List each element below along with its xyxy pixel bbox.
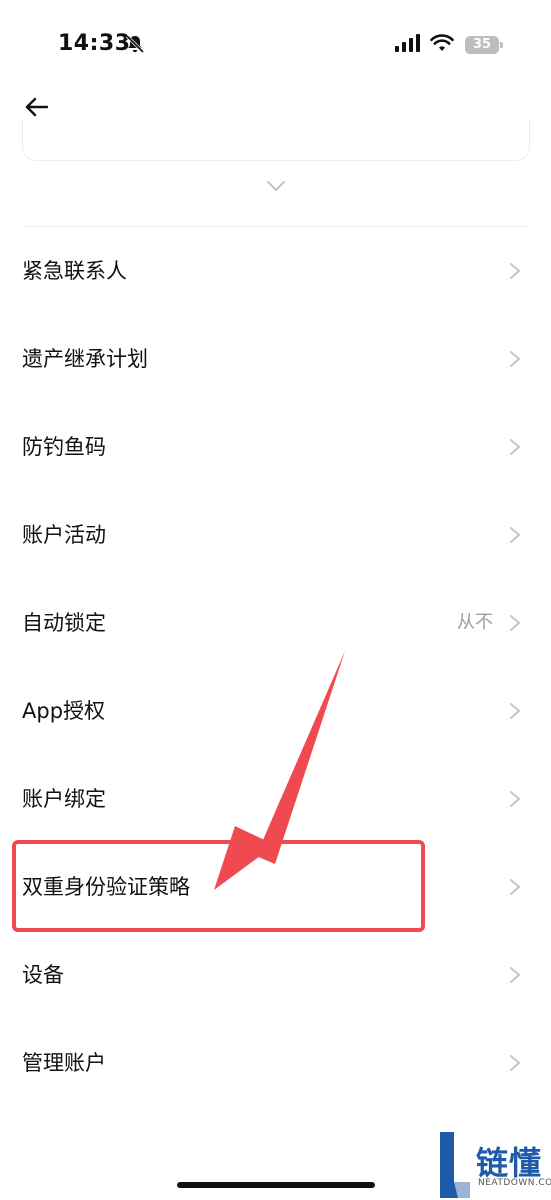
menu-item-label: App授权 [22,699,106,723]
chevron-right-icon [510,527,520,543]
menu-item-label: 紧急联系人 [22,259,127,283]
back-arrow-icon[interactable] [24,94,50,120]
chevron-down-icon[interactable] [264,178,288,194]
annotation-highlight-box [12,840,425,932]
battery-cap [500,42,503,48]
menu-item-devices[interactable]: 设备 [0,931,551,1019]
collapsed-card [22,120,530,161]
menu-item-account-activity[interactable]: 账户活动 [0,491,551,579]
chevron-right-icon [510,263,520,279]
status-time: 14:33 [58,31,131,56]
menu-item-emergency-contacts[interactable]: 紧急联系人 [0,227,551,315]
menu-item-label: 账户活动 [22,523,106,547]
chevron-right-icon [510,1055,520,1071]
menu-item-label: 管理账户 [22,1051,106,1075]
wifi-icon [430,34,454,51]
chevron-right-icon [510,967,520,983]
menu-item-label: 防钓鱼码 [22,435,106,459]
menu-item-auto-lock[interactable]: 自动锁定 从不 [0,579,551,667]
menu-item-label: 遗产继承计划 [22,347,148,371]
menu-item-label: 账户绑定 [22,787,106,811]
menu-item-manage-account[interactable]: 管理账户 [0,1019,551,1107]
chevron-right-icon [510,703,520,719]
menu-item-label: 设备 [22,963,64,987]
watermark-subtitle: NEATDOWN.COM [478,1178,551,1188]
menu-item-label: 自动锁定 [22,611,106,635]
menu-item-account-binding[interactable]: 账户绑定 [0,755,551,843]
logo-l-mark-icon [440,1132,470,1198]
chevron-right-icon [510,615,520,631]
cellular-signal-icon [395,34,420,52]
watermark-logo: 链懂 NEATDOWN.COM [434,1130,551,1200]
home-indicator[interactable] [177,1182,375,1188]
chevron-right-icon [510,439,520,455]
chevron-right-icon [510,879,520,895]
battery-indicator: 35 [465,36,499,54]
menu-item-anti-phishing-code[interactable]: 防钓鱼码 [0,403,551,491]
status-bar: 14:33 35 [0,0,551,90]
menu-item-app-authorization[interactable]: App授权 [0,667,551,755]
chevron-right-icon [510,351,520,367]
chevron-right-icon [510,791,520,807]
bell-muted-icon [125,34,145,54]
auto-lock-value: 从不 [457,612,493,633]
menu-item-inheritance-plan[interactable]: 遗产继承计划 [0,315,551,403]
